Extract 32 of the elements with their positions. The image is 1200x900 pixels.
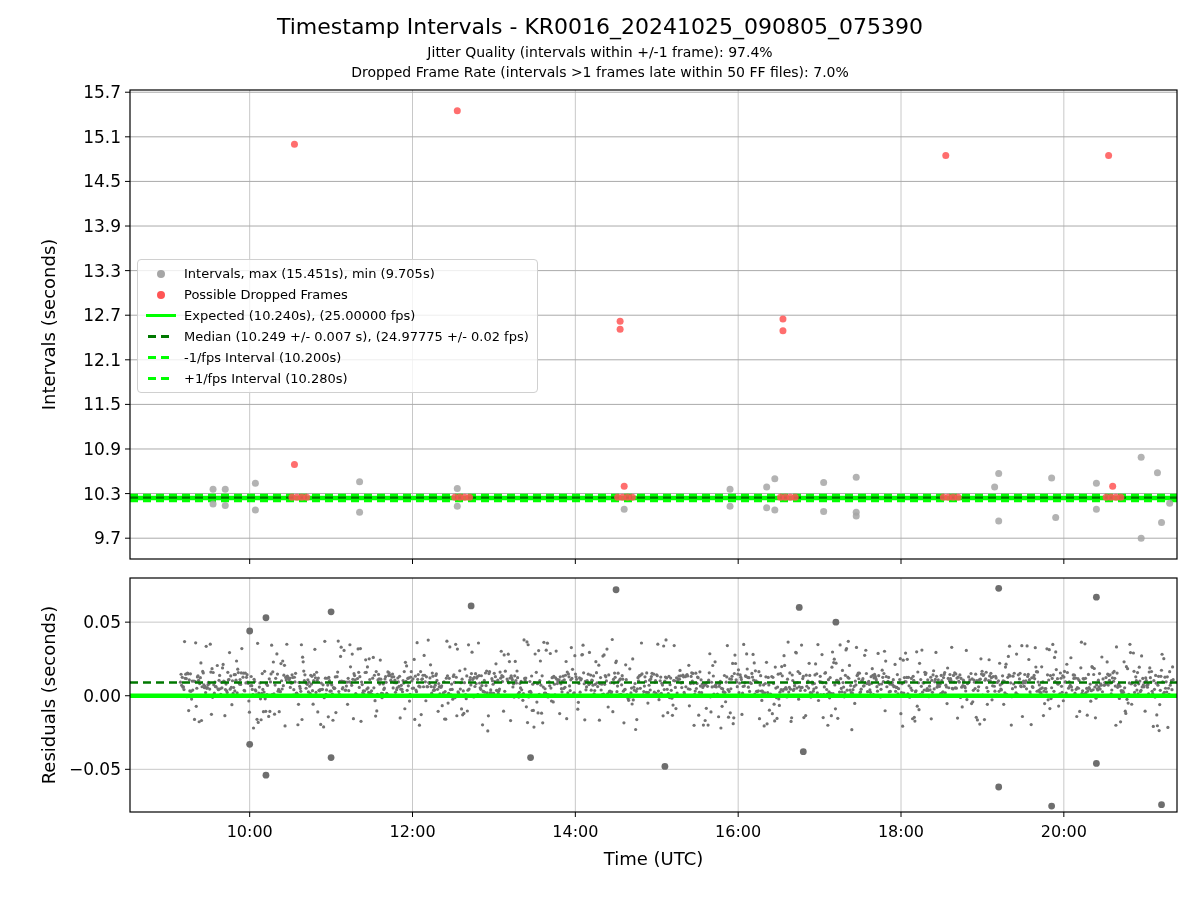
figure-subtitle: Jitter Quality (intervals within +/-1 frame): 97.4%	[427, 43, 773, 62]
y-tick-label: 15.7	[83, 82, 121, 103]
y-tick-label: 15.1	[83, 126, 121, 147]
x-tick-label: 10:00	[226, 822, 273, 841]
y-tick-label: 12.1	[83, 349, 121, 370]
figure-subtitle: Dropped Frame Rate (intervals >1 frames late within 50 FF files): 7.0%	[351, 63, 849, 82]
y-tick-label: 14.5	[83, 171, 121, 192]
y-tick-label: 13.3	[83, 260, 121, 281]
legend-label: Median (10.249 +/- 0.007 s), (24.97775 +/- 0.02 fps)	[184, 328, 529, 346]
legend-label: Possible Dropped Frames	[184, 286, 348, 304]
y-tick-label: 10.9	[83, 439, 121, 459]
y-tick-label: 11.5	[83, 394, 121, 415]
y-tick-label: 12.7	[83, 305, 121, 326]
y-axis-label: Intervals (seconds)	[38, 238, 59, 411]
y-tick-label: 0.05	[83, 612, 121, 633]
figure-title: Timestamp Intervals - KR0016_20241025_090805_075390	[276, 13, 924, 42]
x-tick-label: 12:00	[389, 822, 436, 841]
legend-label: +1/fps Interval (10.280s)	[184, 370, 348, 388]
x-axis-label: Time (UTC)	[603, 848, 704, 869]
y-tick-label: −0.05	[68, 759, 121, 780]
x-tick-label: 14:00	[552, 822, 599, 841]
legend-label: Intervals, max (15.451s), min (9.705s)	[184, 265, 435, 283]
x-tick-label: 20:00	[1040, 822, 1087, 841]
y-tick-label: 13.9	[83, 216, 121, 236]
y-axis-label: Residuals (seconds)	[38, 605, 59, 785]
legend-label: Expected (10.240s), (25.00000 fps)	[184, 307, 416, 325]
y-tick-label: 0.00	[83, 685, 121, 706]
x-tick-label: 16:00	[715, 822, 762, 841]
y-tick-label: 10.3	[83, 483, 121, 504]
legend-label: -1/fps Interval (10.200s)	[184, 349, 342, 367]
x-tick-label: 18:00	[877, 822, 925, 841]
y-tick-label: 9.7	[93, 528, 121, 549]
